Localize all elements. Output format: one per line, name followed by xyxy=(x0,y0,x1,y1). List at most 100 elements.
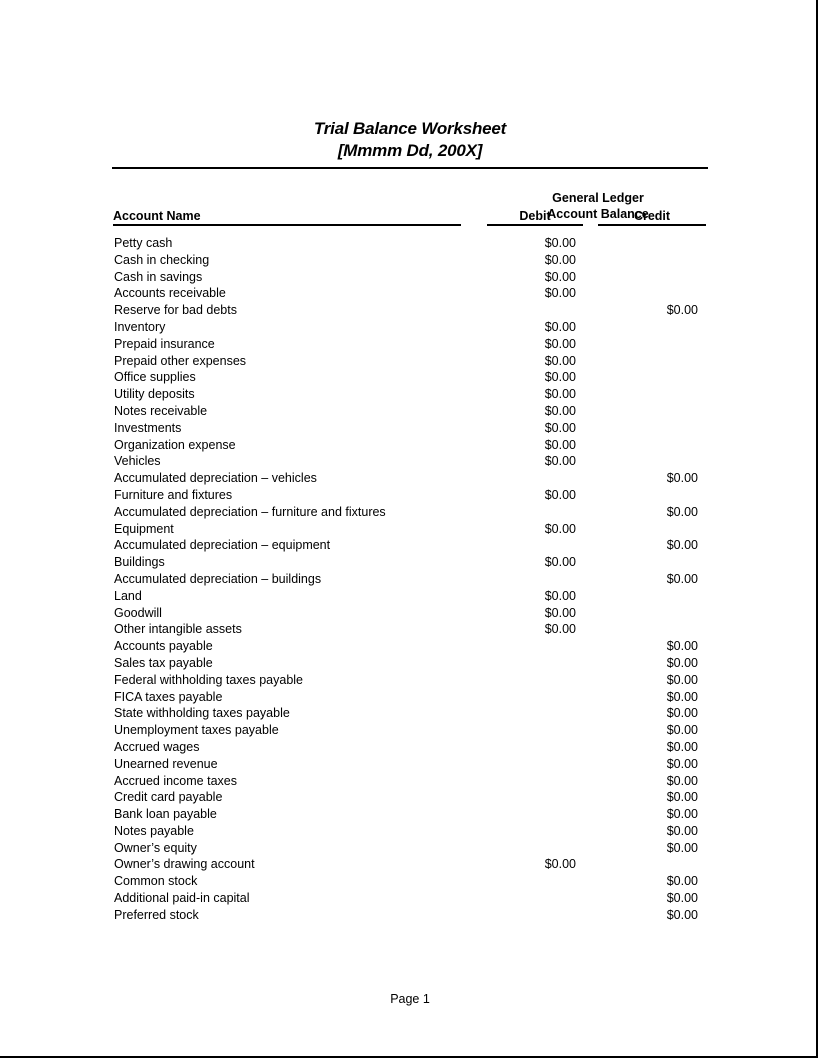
column-header-debit: Debit xyxy=(519,209,551,223)
credit-amount-cell: $0.00 xyxy=(666,504,698,519)
table-row: Additional paid-in capital $0.00 xyxy=(112,890,708,907)
worksheet-body: Trial Balance Worksheet [Mmmm Dd, 200X] … xyxy=(112,0,708,924)
debit-amount-cell: $0.00 xyxy=(544,336,576,351)
debit-amount-cell: $0.00 xyxy=(544,420,576,435)
account-name-cell: Preferred stock xyxy=(114,907,199,922)
credit-amount-cell: $0.00 xyxy=(666,571,698,586)
table-row: Accumulated depreciation – furniture and… xyxy=(112,504,708,521)
account-name-cell: Additional paid-in capital xyxy=(114,891,250,906)
account-name-cell: Accrued income taxes xyxy=(114,773,237,788)
account-name-cell: Owner’s equity xyxy=(114,840,197,855)
account-name-cell: Bank loan payable xyxy=(114,807,217,822)
credit-amount-cell: $0.00 xyxy=(666,907,698,922)
table-row: FICA taxes payable $0.00 xyxy=(112,689,708,706)
credit-amount-cell: $0.00 xyxy=(666,840,698,855)
table-row: State withholding taxes payable $0.00 xyxy=(112,705,708,722)
account-name-cell: Reserve for bad debts xyxy=(114,303,237,318)
table-row: Federal withholding taxes payable $0.00 xyxy=(112,672,708,689)
debit-amount-cell: $0.00 xyxy=(544,403,576,418)
debit-amount-cell: $0.00 xyxy=(544,588,576,603)
debit-amount-cell: $0.00 xyxy=(544,319,576,334)
account-name-cell: Goodwill xyxy=(114,605,162,620)
account-name-cell: Federal withholding taxes payable xyxy=(114,672,304,687)
debit-amount-cell: $0.00 xyxy=(544,857,576,872)
account-name-cell: Cash in savings xyxy=(114,269,203,284)
table-row: Petty cash $0.00 xyxy=(112,235,708,252)
debit-amount-cell: $0.00 xyxy=(544,236,576,250)
account-name-cell: Accumulated depreciation – vehicles xyxy=(114,471,317,486)
account-name-cell: Credit card payable xyxy=(114,790,223,805)
account-name-cell: Unemployment taxes payable xyxy=(114,723,279,738)
column-header-credit: Credit xyxy=(633,209,671,223)
table-row: Notes payable $0.00 xyxy=(112,823,708,840)
table-row: Owner’s equity $0.00 xyxy=(112,840,708,857)
table-row: Goodwill $0.00 xyxy=(112,605,708,622)
credit-amount-cell: $0.00 xyxy=(666,471,698,486)
credit-amount-cell: $0.00 xyxy=(666,739,698,754)
credit-amount-cell: $0.00 xyxy=(666,655,698,670)
credit-amount-cell: $0.00 xyxy=(666,672,698,687)
account-name-cell: Equipment xyxy=(114,521,174,536)
debit-amount-cell: $0.00 xyxy=(544,286,576,301)
debit-amount-cell: $0.00 xyxy=(544,521,576,536)
table-row: Accrued wages $0.00 xyxy=(112,739,708,756)
account-name-cell: Office supplies xyxy=(114,370,196,385)
account-name-cell: Inventory xyxy=(114,319,166,334)
account-name-cell: Furniture and fixtures xyxy=(114,487,233,502)
table-row: Unearned revenue $0.00 xyxy=(112,756,708,773)
debit-amount-cell: $0.00 xyxy=(544,555,576,570)
credit-amount-cell: $0.00 xyxy=(666,756,698,771)
account-name-cell: Organization expense xyxy=(114,437,236,452)
document-page: Trial Balance Worksheet [Mmmm Dd, 200X] … xyxy=(0,0,818,1058)
account-name-cell: Vehicles xyxy=(114,454,161,469)
credit-underline xyxy=(598,224,706,226)
table-row: Preferred stock $0.00 xyxy=(112,907,708,924)
debit-amount-cell: $0.00 xyxy=(544,622,576,637)
table-row: Cash in savings $0.00 xyxy=(112,269,708,286)
table-row: Other intangible assets $0.00 xyxy=(112,621,708,638)
table-row: Cash in checking $0.00 xyxy=(112,252,708,269)
table-row: Bank loan payable $0.00 xyxy=(112,806,708,823)
debit-amount-cell: $0.00 xyxy=(544,353,576,368)
table-row: Unemployment taxes payable $0.00 xyxy=(112,722,708,739)
table-row: Notes receivable $0.00 xyxy=(112,403,708,420)
table-row: Organization expense $0.00 xyxy=(112,437,708,454)
table-row: Reserve for bad debts $0.00 xyxy=(112,302,708,319)
table-row: Accrued income taxes $0.00 xyxy=(112,773,708,790)
account-name-cell: Prepaid insurance xyxy=(114,336,215,351)
table-row: Accumulated depreciation – equipment $0.0… xyxy=(112,537,708,554)
debit-amount-cell: $0.00 xyxy=(544,370,576,385)
table-row: Buildings $0.00 xyxy=(112,554,708,571)
account-name-cell: Accumulated depreciation – buildings xyxy=(114,571,322,586)
table-row: Inventory $0.00 xyxy=(112,319,708,336)
table-header: General Ledger Account Balance Account N… xyxy=(112,169,708,227)
account-name-cell: State withholding taxes payable xyxy=(114,706,290,721)
debit-underline xyxy=(487,224,583,226)
table-row: Accounts receivable $0.00 xyxy=(112,285,708,302)
account-name-cell: Sales tax payable xyxy=(114,655,213,670)
account-name-cell: FICA taxes payable xyxy=(114,689,223,704)
account-name-cell: Utility deposits xyxy=(114,387,195,402)
account-rows: Petty cash $0.00 Cash in checking $0.00 Cash… xyxy=(112,235,708,924)
debit-amount-cell: $0.00 xyxy=(544,454,576,469)
account-name-cell: Unearned revenue xyxy=(114,756,218,771)
debit-amount-cell: $0.00 xyxy=(544,252,576,267)
account-name-cell: Notes payable xyxy=(114,823,194,838)
table-row: Office supplies $0.00 xyxy=(112,369,708,386)
account-name-cell: Accrued wages xyxy=(114,739,200,754)
table-row: Furniture and fixtures $0.00 xyxy=(112,487,708,504)
table-row: Owner’s drawing account $0.00 xyxy=(112,856,708,873)
account-name-cell: Buildings xyxy=(114,555,165,570)
general-ledger-caption-line1: General Ledger xyxy=(552,191,644,205)
account-name-cell: Cash in checking xyxy=(114,252,210,267)
credit-amount-cell: $0.00 xyxy=(666,891,698,906)
account-name-cell: Other intangible assets xyxy=(114,622,242,637)
table-row: Prepaid other expenses $0.00 xyxy=(112,353,708,370)
debit-amount-cell: $0.00 xyxy=(544,487,576,502)
account-name-cell: Accounts payable xyxy=(114,639,213,654)
credit-amount-cell: $0.00 xyxy=(666,706,698,721)
table-row: Vehicles $0.00 xyxy=(112,453,708,470)
credit-amount-cell: $0.00 xyxy=(666,823,698,838)
credit-amount-cell: $0.00 xyxy=(666,303,698,318)
column-header-account-name: Account Name xyxy=(113,209,201,223)
